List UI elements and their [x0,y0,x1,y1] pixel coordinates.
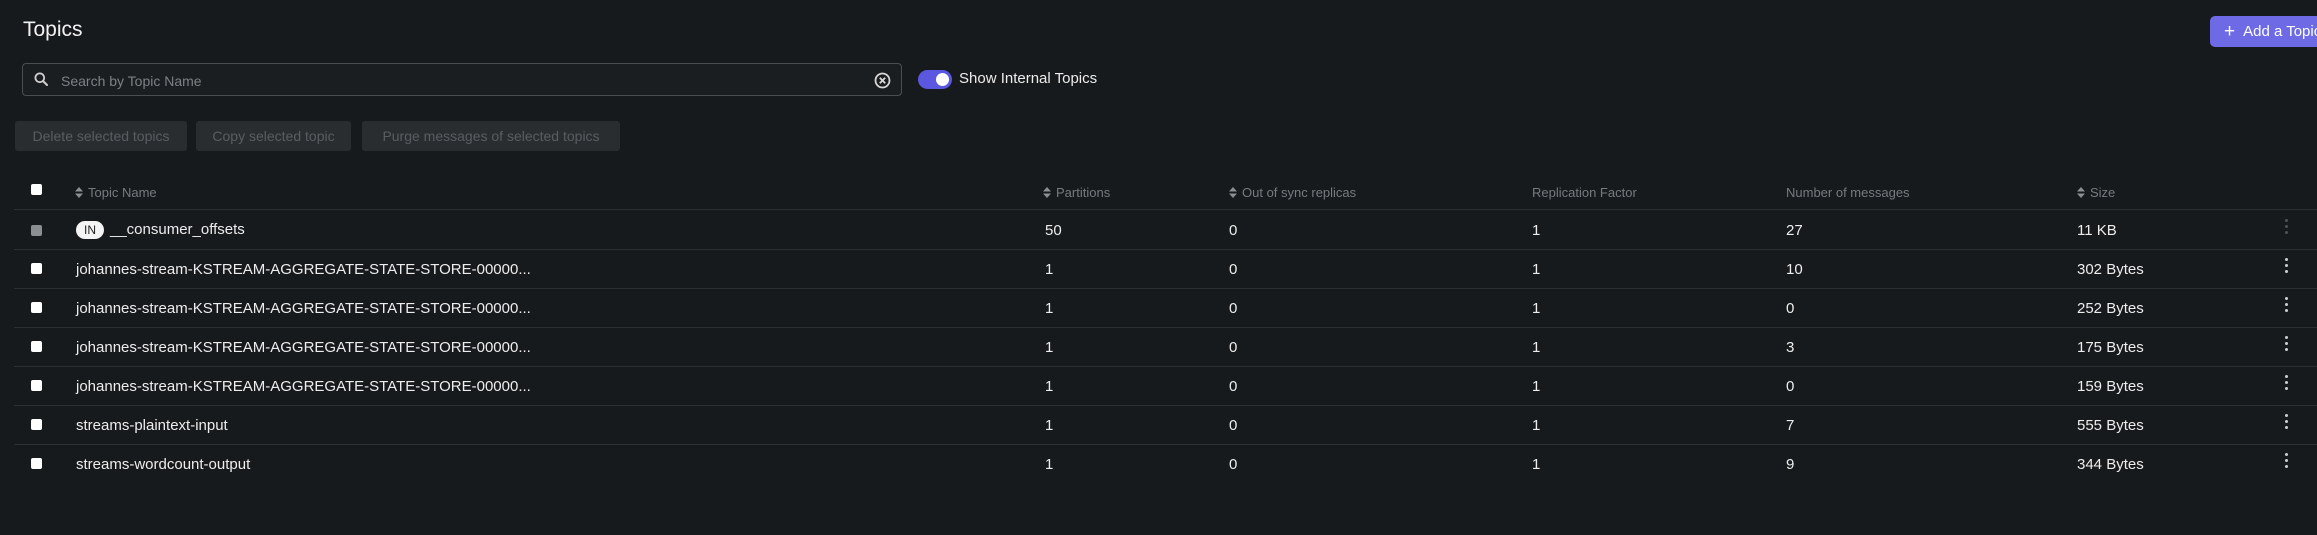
add-topic-button[interactable]: + Add a Topic [2210,16,2317,47]
messages-cell: 7 [1786,417,1795,434]
column-label: Replication Factor [1532,185,1637,200]
row-checkbox[interactable] [31,380,42,391]
column-label: Size [2090,185,2116,200]
purge-selected-button[interactable]: Purge messages of selected topics [362,121,620,151]
plus-icon: + [2224,21,2236,42]
row-checkbox[interactable] [31,419,42,430]
copy-selected-button[interactable]: Copy selected topic [196,121,351,151]
column-label: Topic Name [88,185,157,200]
partitions-cell: 1 [1045,378,1054,395]
partitions-cell: 1 [1045,300,1054,317]
out-of-sync-cell: 0 [1229,417,1238,434]
clear-search-icon[interactable] [874,72,891,89]
table-row: streams-plaintext-input 1 0 1 7 555 Byte… [14,405,2317,444]
out-of-sync-cell: 0 [1229,222,1238,239]
internal-badge: IN [76,221,104,240]
sort-icon [2077,187,2085,198]
kebab-menu-icon[interactable] [2285,336,2289,354]
search-icon [34,72,48,86]
topic-name[interactable]: johannes-stream-KSTREAM-AGGREGATE-STATE-… [76,261,531,278]
topic-name[interactable]: johannes-stream-KSTREAM-AGGREGATE-STATE-… [76,300,531,317]
sort-icon [1229,187,1237,198]
column-header-size[interactable]: Size [2077,185,2115,200]
show-internal-toggle[interactable] [918,70,952,89]
show-internal-label: Show Internal Topics [959,70,1098,87]
row-checkbox[interactable] [31,341,42,352]
topic-name[interactable]: johannes-stream-KSTREAM-AGGREGATE-STATE-… [76,378,531,395]
messages-cell: 9 [1786,456,1795,473]
column-label: Partitions [1056,185,1111,200]
table-row: IN __consumer_offsets 50 0 1 27 11 KB [14,209,2317,249]
replication-cell: 1 [1532,417,1541,434]
out-of-sync-cell: 0 [1229,300,1238,317]
partitions-cell: 50 [1045,222,1062,239]
column-header-replication-factor: Replication Factor [1532,185,1637,200]
search-input[interactable] [59,64,883,97]
toggle-knob [936,73,949,86]
replication-cell: 1 [1532,261,1541,278]
kebab-menu-icon[interactable] [2285,453,2289,471]
table-row: streams-wordcount-output 1 0 1 9 344 Byt… [14,444,2317,483]
column-header-partitions[interactable]: Partitions [1043,185,1110,200]
kebab-menu-icon[interactable] [2285,414,2289,432]
table-row: johannes-stream-KSTREAM-AGGREGATE-STATE-… [14,249,2317,288]
out-of-sync-cell: 0 [1229,378,1238,395]
replication-cell: 1 [1532,300,1541,317]
topic-name-cell[interactable]: IN __consumer_offsets [76,221,245,240]
sort-icon [1043,187,1051,198]
column-header-number-of-messages: Number of messages [1786,185,1910,200]
partitions-cell: 1 [1045,417,1054,434]
table-row: johannes-stream-KSTREAM-AGGREGATE-STATE-… [14,327,2317,366]
replication-cell: 1 [1532,339,1541,356]
size-cell: 11 KB [2077,222,2117,239]
messages-cell: 3 [1786,339,1795,356]
kebab-menu-icon[interactable] [2285,258,2289,276]
size-cell: 555 Bytes [2077,417,2144,434]
kebab-menu-icon[interactable] [2285,297,2289,315]
search-box [22,63,902,97]
messages-cell: 27 [1786,222,1803,239]
out-of-sync-cell: 0 [1229,261,1238,278]
delete-selected-button[interactable]: Delete selected topics [15,121,187,151]
add-topic-label: Add a Topic [2243,23,2317,40]
column-header-topic-name[interactable]: Topic Name [75,185,157,200]
kebab-menu-icon [2285,219,2289,237]
size-cell: 344 Bytes [2077,456,2144,473]
messages-cell: 0 [1786,378,1795,395]
column-label: Out of sync replicas [1242,185,1357,200]
replication-cell: 1 [1532,378,1541,395]
out-of-sync-cell: 0 [1229,339,1238,356]
row-checkbox [31,225,42,236]
column-header-out-of-sync[interactable]: Out of sync replicas [1229,185,1356,200]
size-cell: 159 Bytes [2077,378,2144,395]
size-cell: 302 Bytes [2077,261,2144,278]
row-checkbox[interactable] [31,263,42,274]
partitions-cell: 1 [1045,456,1054,473]
topic-name[interactable]: johannes-stream-KSTREAM-AGGREGATE-STATE-… [76,339,531,356]
column-label: Number of messages [1786,185,1910,200]
messages-cell: 0 [1786,300,1795,317]
row-checkbox[interactable] [31,458,42,469]
replication-cell: 1 [1532,456,1541,473]
topic-name[interactable]: streams-plaintext-input [76,417,228,434]
row-checkbox[interactable] [31,302,42,313]
topic-name[interactable]: streams-wordcount-output [76,456,250,473]
replication-cell: 1 [1532,222,1541,239]
select-all-checkbox[interactable] [31,184,42,195]
messages-cell: 10 [1786,261,1803,278]
sort-icon [75,187,83,198]
partitions-cell: 1 [1045,339,1054,356]
size-cell: 175 Bytes [2077,339,2144,356]
out-of-sync-cell: 0 [1229,456,1238,473]
table-row: johannes-stream-KSTREAM-AGGREGATE-STATE-… [14,288,2317,327]
size-cell: 252 Bytes [2077,300,2144,317]
topic-name: __consumer_offsets [110,221,245,238]
partitions-cell: 1 [1045,261,1054,278]
kebab-menu-icon[interactable] [2285,375,2289,393]
table-row: johannes-stream-KSTREAM-AGGREGATE-STATE-… [14,366,2317,405]
page-title: Topics [23,18,83,41]
